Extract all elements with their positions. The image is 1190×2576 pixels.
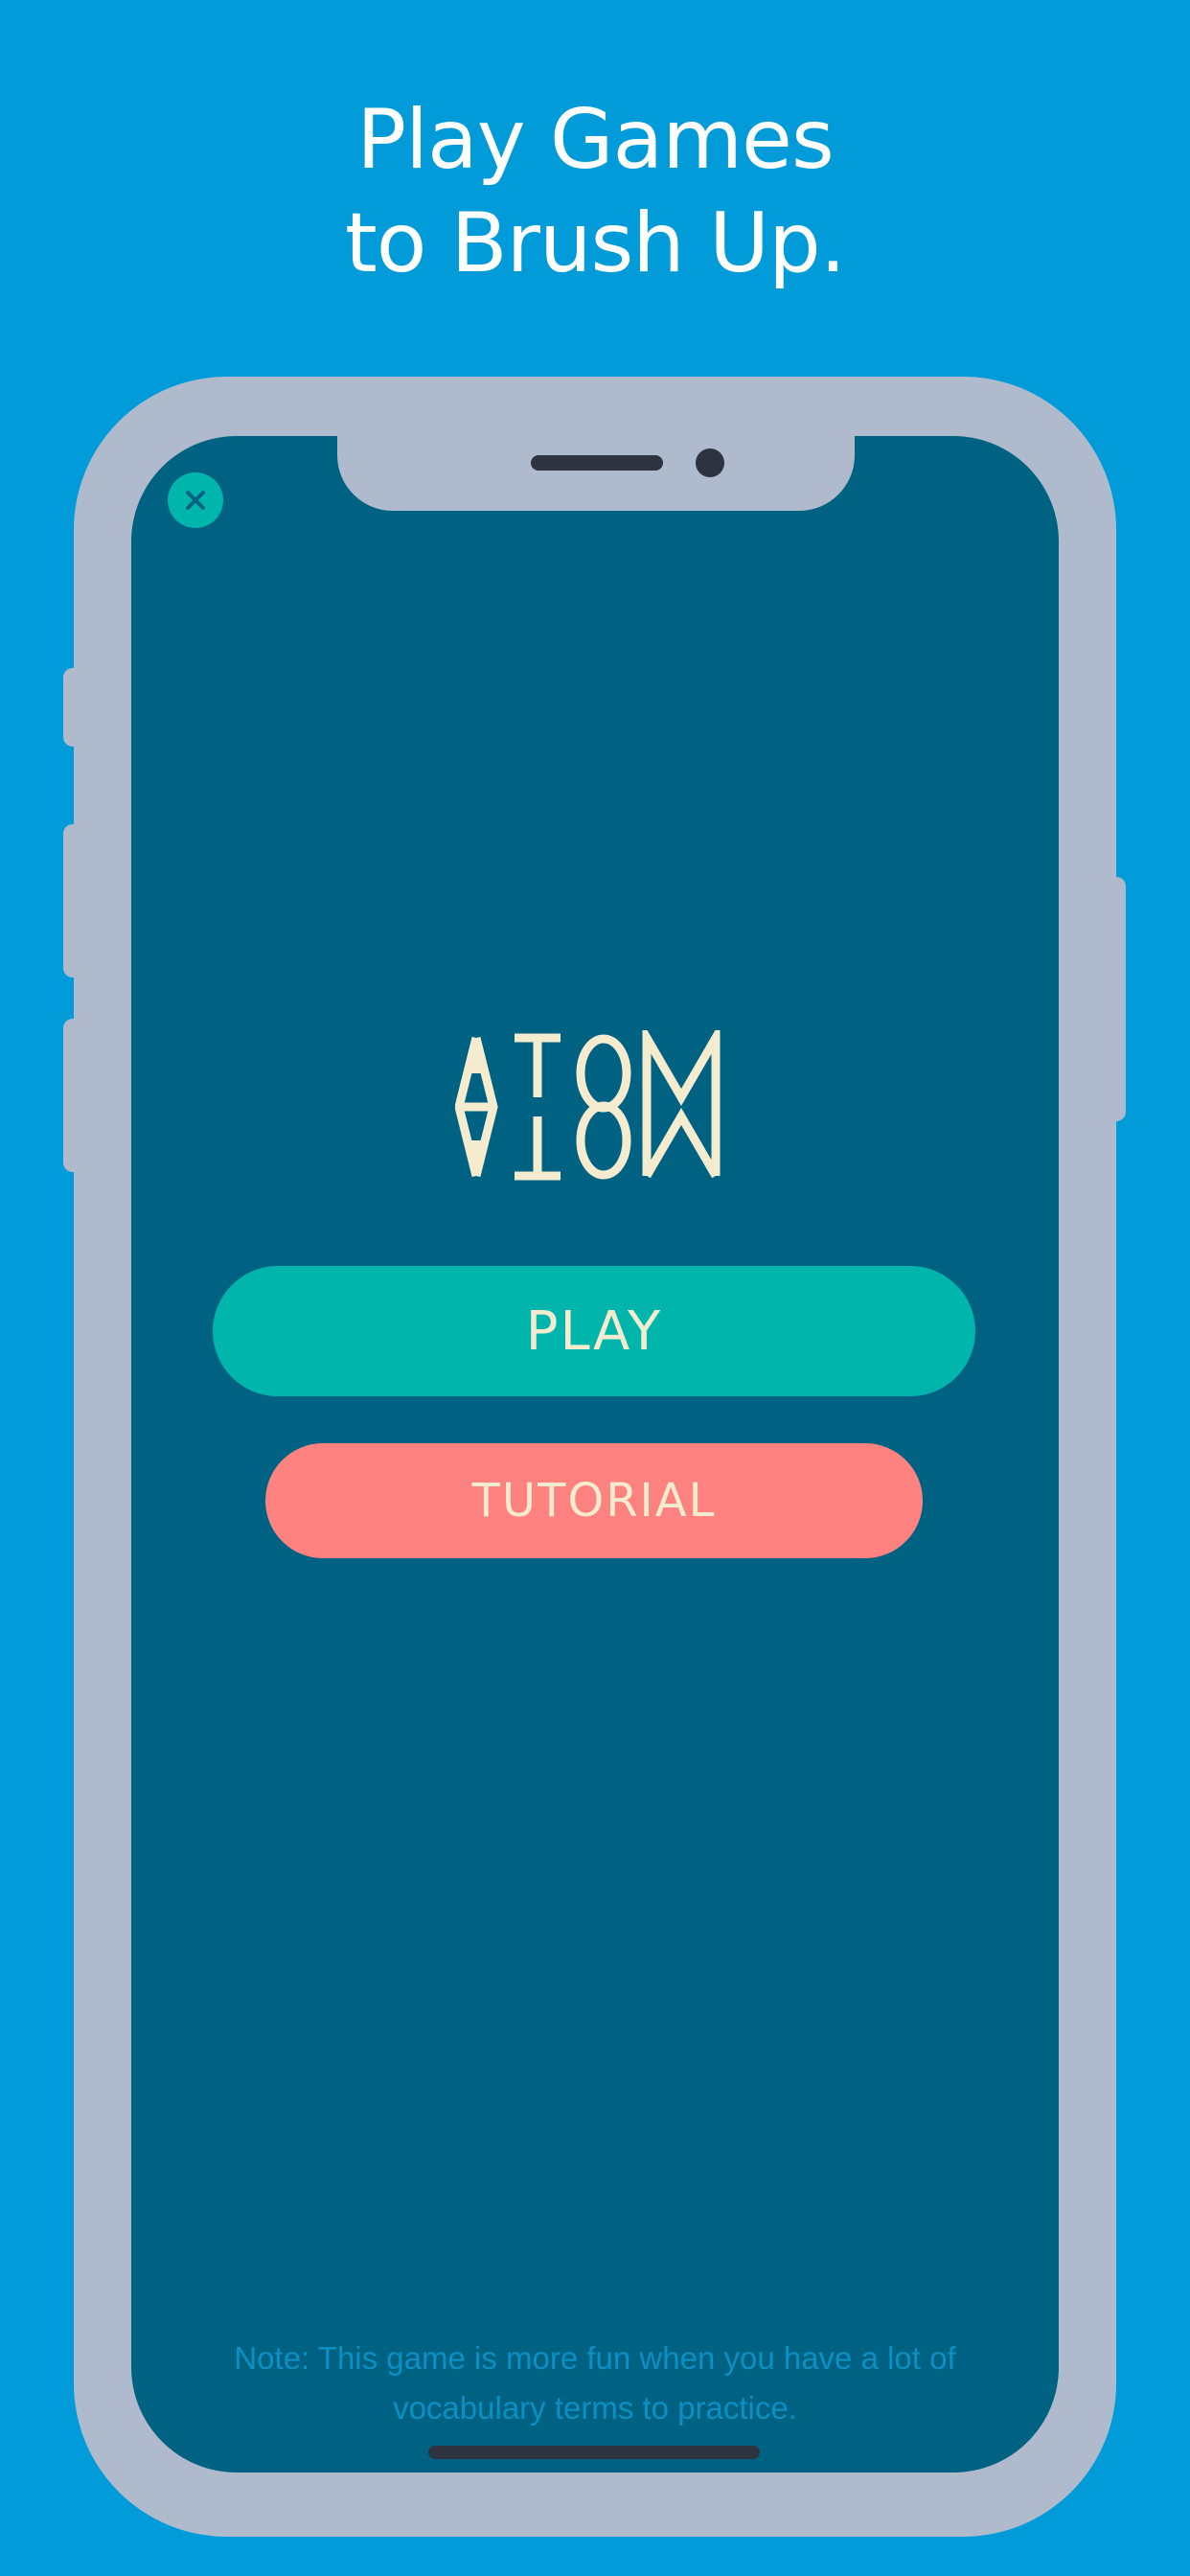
headline-line-2: to Brush Up. [344,196,846,291]
note-text: Note: This game is more fun when you hav… [234,2340,956,2426]
tutorial-button[interactable]: TUTORIAL [265,1443,923,1558]
phone-screen: PLAY TUTORIAL Note: This game is more fu… [131,436,1059,2472]
home-indicator [428,2446,760,2459]
phone-speaker [531,455,663,471]
marketing-headline: Play Games to Brush Up. [0,88,1190,295]
atom-logo [455,1030,721,1181]
phone-notch [337,436,855,511]
close-icon [186,491,205,510]
phone-frame: PLAY TUTORIAL Note: This game is more fu… [74,377,1116,2537]
play-button[interactable]: PLAY [213,1266,975,1396]
close-button[interactable] [168,472,223,528]
headline-line-1: Play Games [356,92,835,188]
phone-camera [696,448,724,477]
